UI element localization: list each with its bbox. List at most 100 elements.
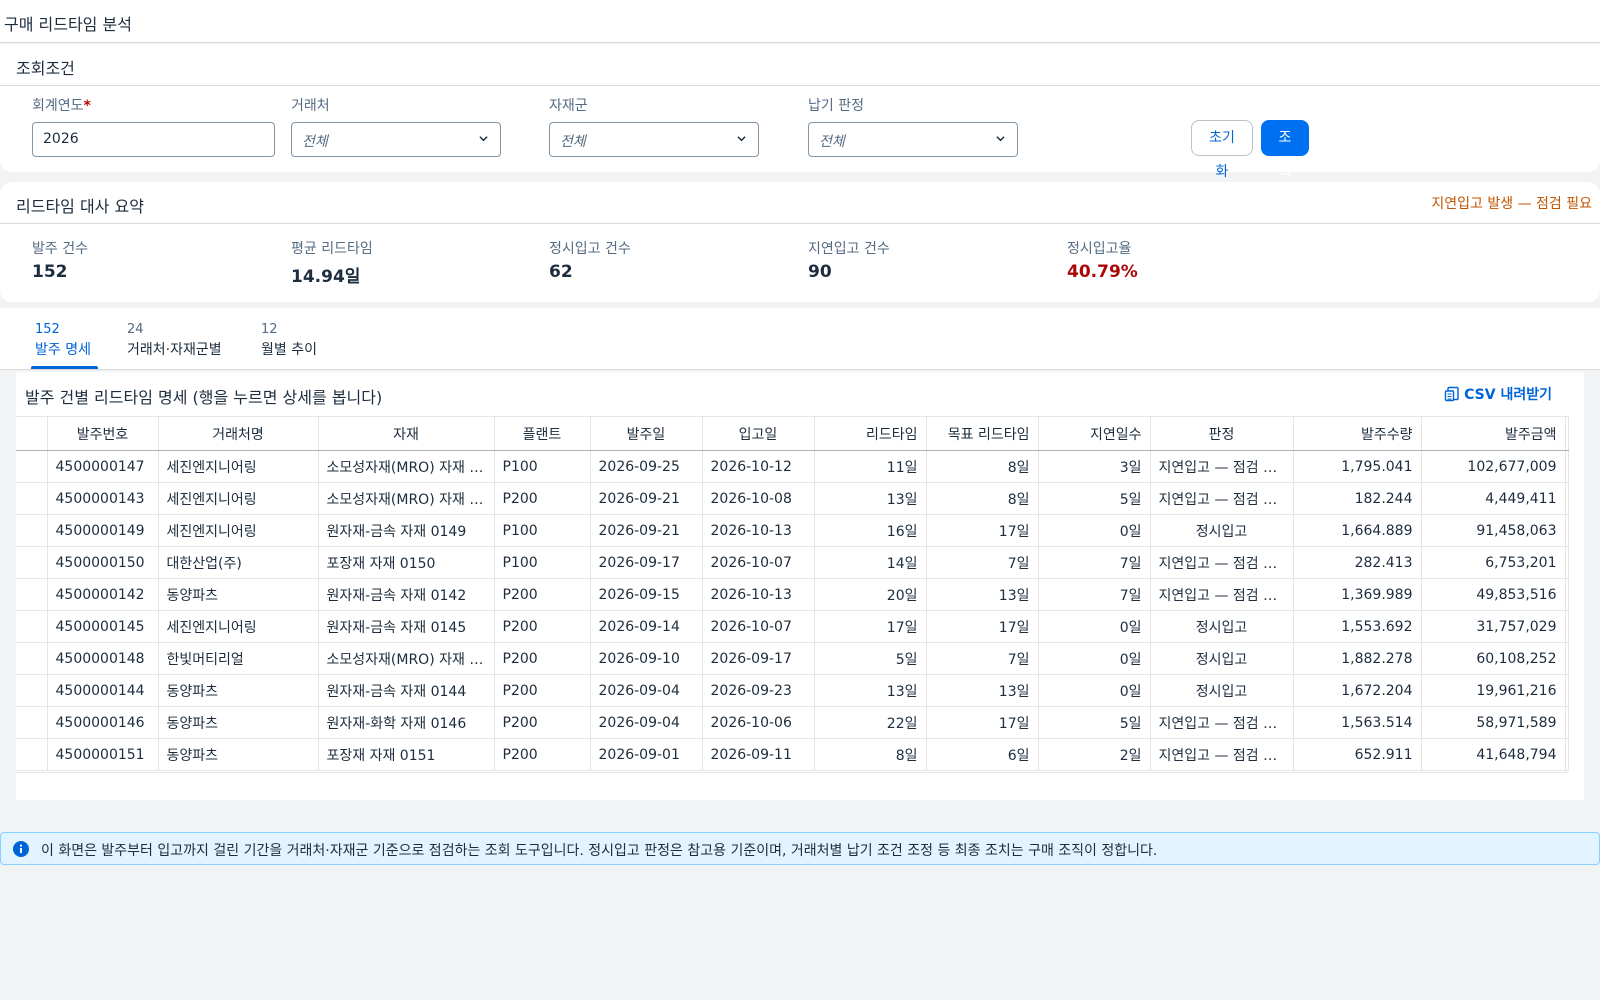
- kpi-value: 14.94일: [291, 267, 361, 287]
- lead-time-cell: 22일: [814, 706, 927, 739]
- delivery-judgement-select[interactable]: 전체: [808, 122, 1018, 157]
- table-row[interactable]: 4500000143 세진엔지니어링 소모성자재(MRO) 자재 0143 P200 2…: [16, 482, 1569, 515]
- active-tab-indicator: [31, 366, 98, 369]
- plant-cell: P100: [494, 546, 591, 579]
- kpi-on-time-count: 정시입고 건수 62: [549, 238, 631, 282]
- col-order-date[interactable]: 발주일: [590, 416, 703, 451]
- table-row[interactable]: 4500000147 세진엔지니어링 소모성자재(MRO) 자재 0147 P100 2…: [16, 450, 1569, 483]
- judgement-cell: 지연입고 — 점검 필요: [1150, 482, 1294, 515]
- vendor-select[interactable]: 전체: [291, 122, 501, 157]
- row-selector-cell[interactable]: [16, 482, 48, 515]
- col-material[interactable]: 자재: [318, 416, 495, 451]
- row-selector-cell[interactable]: [16, 642, 48, 675]
- plant-cell: P200: [494, 674, 591, 707]
- order-amount-cell: 49,853,516: [1421, 578, 1566, 611]
- scrollbar-gutter-cell: [1565, 706, 1569, 739]
- col-po-number[interactable]: 발주번호: [47, 416, 159, 451]
- material-cell: 소모성자재(MRO) 자재 0147: [318, 450, 495, 483]
- filter-panel-title: 조회조건: [16, 59, 75, 78]
- plant-cell: P200: [494, 642, 591, 675]
- receipt-date-cell: 2026-10-13: [702, 514, 815, 547]
- material-group-select[interactable]: 전체: [549, 122, 759, 157]
- order-amount-cell: 102,677,009: [1421, 450, 1566, 483]
- scrollbar-gutter-cell: [1565, 546, 1569, 579]
- target-lead-time-cell: 17일: [926, 706, 1039, 739]
- judgement-cell: 지연입고 — 점검 필요: [1150, 578, 1294, 611]
- order-quantity-cell: 1,672.204: [1293, 674, 1422, 707]
- chevron-down-icon: [996, 136, 1005, 142]
- info-message-text: 이 화면은 발주부터 입고까지 걸린 기간을 거래처·자재군 기준으로 점검하는…: [41, 843, 1158, 859]
- table-row[interactable]: 4500000145 세진엔지니어링 원자재-금속 자재 0145 P200 2026-…: [16, 610, 1569, 643]
- order-date-cell: 2026-09-10: [590, 642, 703, 675]
- table-row[interactable]: 4500000148 한빛머티리얼 소모성자재(MRO) 자재 0148 P200 20…: [16, 642, 1569, 675]
- delay-days-cell: 0일: [1038, 610, 1151, 643]
- table-title: 발주 건별 리드타임 명세 (행을 누르면 상세를 봅니다): [25, 388, 383, 407]
- table-row[interactable]: 4500000150 대한산업(주) 포장재 자재 0150 P100 2026-09-…: [16, 546, 1569, 579]
- order-quantity-cell: 1,553.692: [1293, 610, 1422, 643]
- vendor-name-cell: 세진엔지니어링: [158, 450, 319, 483]
- order-date-cell: 2026-09-21: [590, 482, 703, 515]
- tab-monthly-trend[interactable]: 12 월별 추이: [261, 322, 317, 359]
- row-selector-cell[interactable]: [16, 578, 48, 611]
- tab-order-details[interactable]: 152 발주 명세: [35, 322, 91, 359]
- scrollbar-gutter: [1565, 416, 1569, 451]
- receipt-date-cell: 2026-10-07: [702, 610, 815, 643]
- po-number-cell: 4500000150: [47, 546, 159, 579]
- row-selector-cell[interactable]: [16, 450, 48, 483]
- po-number-cell: 4500000146: [47, 706, 159, 739]
- col-lead-time[interactable]: 리드타임: [814, 416, 927, 451]
- row-selector-cell[interactable]: [16, 546, 48, 579]
- material-cell: 소모성자재(MRO) 자재 0143: [318, 482, 495, 515]
- col-judgement[interactable]: 판정: [1150, 416, 1294, 451]
- order-detail-table-panel: 발주 건별 리드타임 명세 (행을 누르면 상세를 봅니다) CSV 내려받기 …: [16, 372, 1584, 800]
- receipt-date-cell: 2026-09-17: [702, 642, 815, 675]
- order-quantity-cell: 282.413: [1293, 546, 1422, 579]
- judgement-cell: 지연입고 — 점검 필요: [1150, 706, 1294, 739]
- table-row[interactable]: 4500000142 동양파츠 원자재-금속 자재 0142 P200 2026-09-…: [16, 578, 1569, 611]
- row-selector-cell[interactable]: [16, 514, 48, 547]
- chevron-down-icon: [479, 136, 488, 142]
- plant-cell: P200: [494, 482, 591, 515]
- fiscal-year-input[interactable]: 2026: [32, 122, 275, 157]
- col-vendor-name[interactable]: 거래처명: [158, 416, 319, 451]
- plant-cell: P200: [494, 578, 591, 611]
- fiscal-year-label: 회계연도*: [32, 98, 91, 114]
- table-row[interactable]: 4500000146 동양파츠 원자재-화학 자재 0146 P200 2026-09-…: [16, 706, 1569, 739]
- filter-panel-header: 조회조건: [0, 44, 1600, 86]
- tab-vendor-material-group[interactable]: 24 거래처·자재군별: [127, 322, 222, 359]
- kpi-label: 평균 리드타임: [291, 241, 373, 257]
- po-number-cell: 4500000142: [47, 578, 159, 611]
- kpi-value: 40.79%: [1067, 262, 1138, 282]
- search-button[interactable]: 조회: [1261, 120, 1309, 180]
- judgement-cell: 지연입고 — 점검 필요: [1150, 450, 1294, 483]
- tab-bar: 152 발주 명세 24 거래처·자재군별 12 월별 추이: [0, 308, 1600, 370]
- csv-download-button[interactable]: CSV 내려받기: [1444, 384, 1552, 404]
- material-cell: 원자재-금속 자재 0144: [318, 674, 495, 707]
- scrollbar-gutter-cell: [1565, 674, 1569, 707]
- row-selector-cell[interactable]: [16, 674, 48, 707]
- order-quantity-cell: 1,369.989: [1293, 578, 1422, 611]
- row-selector-cell[interactable]: [16, 706, 48, 739]
- plant-cell: P200: [494, 610, 591, 643]
- col-order-quantity[interactable]: 발주수량: [1293, 416, 1422, 451]
- lead-time-cell: 11일: [814, 450, 927, 483]
- po-number-cell: 4500000147: [47, 450, 159, 483]
- table-row[interactable]: 4500000144 동양파츠 원자재-금속 자재 0144 P200 2026-09-…: [16, 674, 1569, 707]
- col-order-amount[interactable]: 발주금액: [1421, 416, 1566, 451]
- row-selector-cell[interactable]: [16, 610, 48, 643]
- tab-count: 152: [35, 322, 60, 337]
- kpi-value: 152: [32, 262, 68, 282]
- col-receipt-date[interactable]: 입고일: [702, 416, 815, 451]
- reset-button[interactable]: 초기화: [1191, 120, 1253, 180]
- order-date-cell: 2026-09-17: [590, 546, 703, 579]
- order-date-cell: 2026-09-04: [590, 674, 703, 707]
- required-mark: *: [83, 98, 91, 114]
- col-delay-days[interactable]: 지연일수: [1038, 416, 1151, 451]
- order-quantity-cell: 1,563.514: [1293, 706, 1422, 739]
- table-row[interactable]: 4500000149 세진엔지니어링 원자재-금속 자재 0149 P100 2026-…: [16, 514, 1569, 547]
- delay-days-cell: 7일: [1038, 578, 1151, 611]
- col-plant[interactable]: 플랜트: [494, 416, 591, 451]
- col-target-lead-time[interactable]: 목표 리드타임: [926, 416, 1039, 451]
- receipt-date-cell: 2026-10-07: [702, 546, 815, 579]
- scrollbar-gutter-cell: [1565, 578, 1569, 611]
